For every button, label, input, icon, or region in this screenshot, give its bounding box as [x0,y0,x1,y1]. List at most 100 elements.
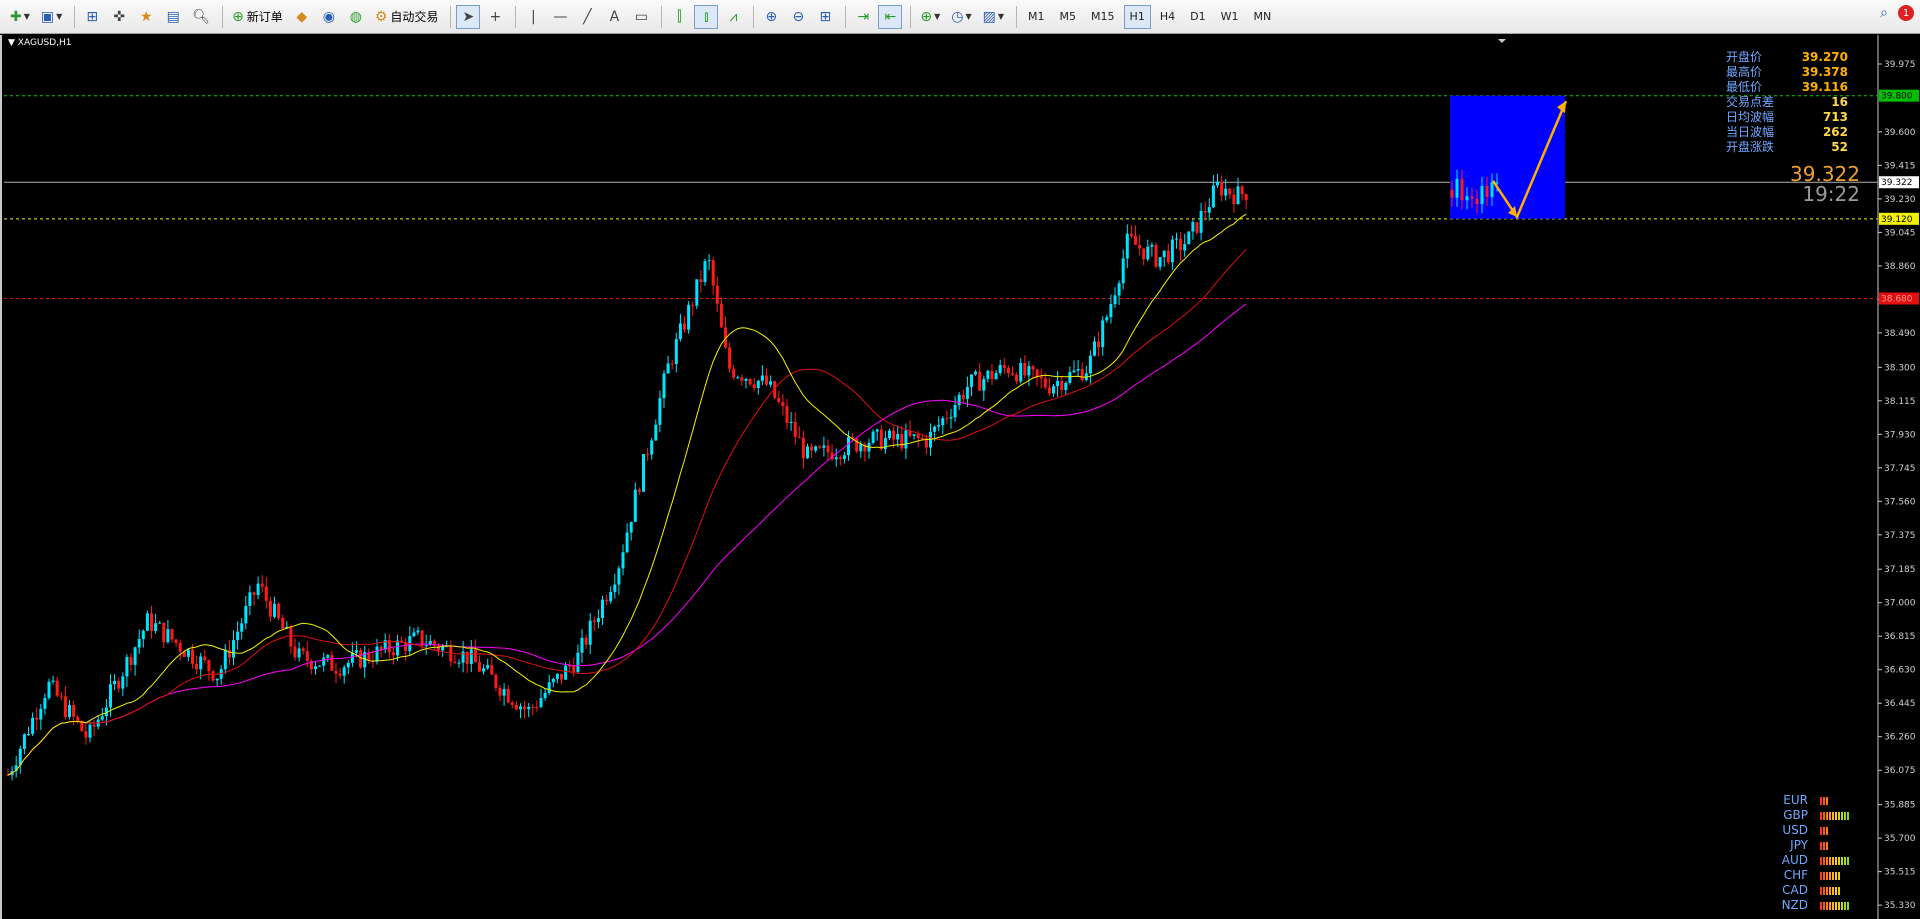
vertical-line-button[interactable]: | [521,5,545,29]
candle-body [1224,188,1228,196]
signals-button[interactable]: ◉ [317,5,341,29]
info-row: 开盘涨跌 52 [1726,140,1848,155]
candle-body [904,430,908,449]
candle-body [412,632,416,637]
tile-windows-button[interactable]: ⊞ [813,5,837,29]
toolbar-divider [1016,5,1018,28]
candle-body [1240,186,1244,195]
crosshair-tool-button[interactable]: + [483,5,507,29]
candle-body [1023,363,1027,376]
strength-bar [1847,811,1849,820]
candle-body [72,705,76,717]
zoom-in-button[interactable]: ⊕ [759,5,783,29]
candle-body [1039,376,1043,379]
periods-button[interactable]: ◷ ▼ [947,5,975,29]
timeframe-m5-button[interactable]: M5 [1054,5,1083,29]
indicators-button[interactable]: ⊕ ▼ [916,5,944,29]
candle-body [523,706,527,710]
notification-badge[interactable]: 1 [1898,5,1914,21]
zoom-out-button[interactable]: ⊖ [786,5,810,29]
strength-bar [1826,811,1828,820]
terminal-button[interactable]: ▤ [161,5,185,29]
strength-bar [1844,901,1846,910]
candlestick-button[interactable]: ⫾ [694,4,719,29]
candle-body [453,661,457,664]
label-icon: ▭ [634,8,648,25]
search-icon[interactable]: ⌕ [1880,6,1888,20]
candle-body [232,640,235,658]
candle-body [1027,366,1031,376]
chart-shift-button[interactable]: ⇤ [878,4,903,29]
candle-body [974,371,978,375]
strength-bar [1823,886,1825,895]
candle-body [539,698,543,708]
price-axis-label: 35.700 [1884,834,1916,844]
market-button[interactable]: ◍ [344,5,368,29]
candle-body [912,434,916,436]
text-tool-button[interactable]: A [602,5,626,29]
auto-trading-button[interactable]: ⚙ 自动交易 [371,5,443,29]
metaeditor-button[interactable]: ◆ [290,5,314,29]
candle-body [1195,222,1199,233]
new-order-button[interactable]: ⊕ 新订单 [228,5,287,29]
candle-body [437,645,440,651]
timeframe-h4-button[interactable]: H4 [1154,5,1181,29]
bar-chart-button[interactable]: ⫿ [667,5,691,29]
templates-button[interactable]: ▨ ▼ [979,5,1008,29]
currency-strength-row: GBP [1764,808,1860,823]
candle-body [133,647,137,665]
timeframe-h1-button[interactable]: H1 [1123,4,1151,29]
line-chart-button[interactable]: ⩘ [721,5,745,29]
price-chart[interactable]: 39.975 39.600 39.415 39.230 39.045 38.860 38.6… [0,35,1920,919]
strength-bar [1829,901,1831,910]
timeframe-d1-button[interactable]: D1 [1184,5,1211,29]
trendline-button[interactable]: ╱ [575,5,599,29]
candle-body [1450,189,1454,198]
strategy-tester-button[interactable]: 🔍︎ [188,5,214,29]
candle-body [113,680,117,685]
candle-body [252,592,256,595]
price-axis-label: 39.600 [1884,128,1916,138]
profiles-button[interactable]: ▣ ▼ [37,5,66,29]
navigator-button[interactable]: ★ [134,5,158,29]
strength-bar [1832,811,1834,820]
candle-body [699,279,703,282]
auto-scroll-button[interactable]: ⇥ [851,5,875,29]
new-order-label: 新订单 [246,10,283,24]
candle-body [199,656,203,670]
timeframe-w1-button[interactable]: W1 [1215,5,1245,29]
candle-body [818,446,822,448]
chart-shift-icon: ⇤ [884,8,897,25]
candle-body [1134,235,1137,245]
text-icon: A [609,8,620,25]
candle-body [1035,369,1039,377]
strength-bar [1826,856,1828,865]
candle-body [1117,283,1121,296]
candle-body [268,600,272,617]
yellow-level-label: 39.120 [1881,215,1913,225]
candle-body [588,620,592,645]
data-window-button[interactable]: ✜ [107,5,131,29]
profiles-icon: ▣ [40,8,55,25]
candle-body [605,599,609,602]
cursor-tool-button[interactable]: ➤ [456,4,481,29]
candle-body [847,436,850,456]
chevron-down-icon: ▼ [56,12,63,21]
timeframe-mn-button[interactable]: MN [1247,5,1277,29]
candle-body [1068,372,1072,383]
tile-windows-icon: ⊞ [819,8,832,25]
label-tool-button[interactable]: ▭ [629,5,653,29]
toolbar-divider [450,5,452,28]
horizontal-line-button[interactable]: — [548,5,572,29]
terminal-icon: ▤ [166,8,180,25]
new-chart-button[interactable]: ✚ ▼ [6,5,34,29]
candle-body [519,706,522,710]
timeframe-m1-button[interactable]: M1 [1022,5,1051,29]
currency-label: USD [1782,823,1808,837]
price-axis-label: 39.045 [1884,228,1916,238]
candle-body [1207,207,1211,213]
timeframe-m15-button[interactable]: M15 [1085,5,1121,29]
market-watch-button[interactable]: ⊞ [80,5,104,29]
candle-body [937,425,941,427]
candle-body [1166,250,1170,263]
